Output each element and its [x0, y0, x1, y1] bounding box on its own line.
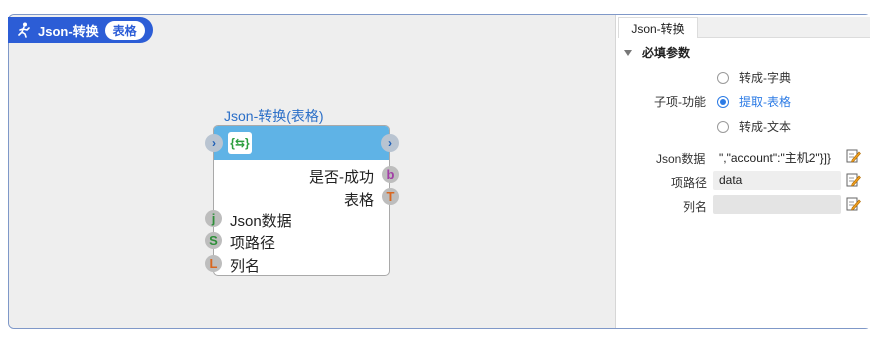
required-params-section[interactable]: 必填参数 [624, 44, 690, 61]
column-names-label: 列名 [683, 200, 708, 214]
item-path-input[interactable]: data [713, 171, 841, 190]
option-to-text[interactable]: 转成-文本 [717, 118, 791, 135]
edit-item-path-icon[interactable] [846, 172, 861, 187]
input-label-json: Json数据 [230, 213, 292, 230]
input-label-path: 项路径 [230, 235, 276, 252]
run-icon [16, 22, 32, 38]
column-names-input[interactable] [713, 195, 841, 214]
flow-title: Json-转换 [38, 23, 99, 39]
edit-column-names-icon[interactable] [846, 196, 861, 211]
output-port-table[interactable]: T [382, 188, 399, 205]
item-path-label: 项路径 [671, 176, 708, 190]
option-label-to-text: 转成-文本 [739, 120, 791, 134]
node-title: Json-转换(表格) [224, 108, 324, 124]
option-to-dict[interactable]: 转成-字典 [717, 69, 791, 86]
json-convert-node[interactable]: {⇆} 是否-成功 表格 Json数据 项路径 列名 [213, 125, 390, 276]
output-label-table: 表格 [343, 192, 374, 209]
input-port-columns[interactable]: L [205, 255, 222, 272]
tab-bar [697, 17, 870, 38]
tab-json-convert[interactable]: Json-转换 [618, 17, 698, 38]
radio-to-text[interactable] [717, 120, 729, 133]
flow-title-pill[interactable]: Json-转换 表格 [8, 17, 153, 43]
collapse-triangle-icon[interactable] [624, 49, 632, 56]
section-title: 必填参数 [642, 46, 691, 60]
json-data-input[interactable]: ","account":"主机2"}]} [713, 147, 841, 166]
node-header: {⇆} [214, 126, 389, 160]
sub-function-label: 子项-功能 [654, 95, 706, 109]
radio-to-dict[interactable] [717, 71, 729, 84]
option-extract-table[interactable]: 提取-表格 [717, 93, 791, 110]
output-port-success[interactable]: b [382, 166, 399, 183]
json-data-label: Json数据 [656, 152, 706, 166]
flow-in-port[interactable]: › [205, 134, 223, 152]
flow-out-port[interactable]: › [381, 134, 399, 152]
radio-extract-table[interactable] [717, 95, 729, 108]
option-label-extract-table: 提取-表格 [739, 95, 791, 109]
output-label-success: 是否-成功 [309, 169, 374, 186]
input-port-json[interactable]: j [205, 210, 222, 227]
input-label-columns: 列名 [230, 258, 261, 275]
json-convert-icon: {⇆} [228, 132, 252, 154]
option-label-to-dict: 转成-字典 [739, 71, 791, 85]
input-port-path[interactable]: S [205, 232, 222, 249]
edit-json-data-icon[interactable] [846, 148, 861, 163]
mode-badge: 表格 [104, 20, 145, 40]
